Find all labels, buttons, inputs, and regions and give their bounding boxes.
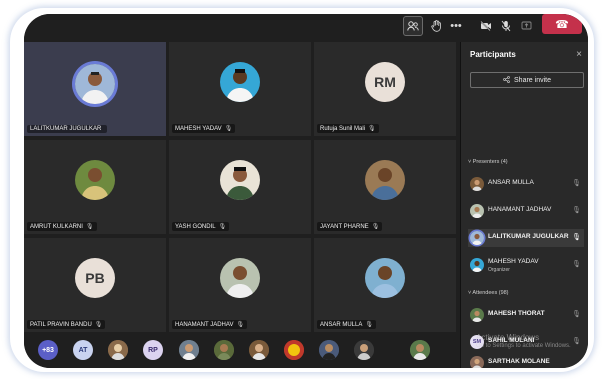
- tile-name: MAHESH YADAV 🎙: [172, 124, 236, 133]
- mic-off-icon: 🎙: [572, 207, 581, 214]
- mic-off-icon: 🎙: [572, 311, 581, 318]
- mic-off-icon[interactable]: [496, 16, 516, 36]
- video-tile[interactable]: LALITKUMAR JUGULKAR: [24, 42, 166, 136]
- meeting-window: ••• ☎ LALITKUMAR JUGULKAR MAHESH YADAV🎙: [24, 14, 588, 368]
- close-icon[interactable]: ×: [576, 49, 582, 60]
- strip-avatar[interactable]: [108, 340, 128, 360]
- participant-strip: +83 AT RP: [24, 336, 456, 368]
- video-tile[interactable]: YASH GONDIL 🎙: [169, 140, 311, 234]
- video-tile[interactable]: RM Rutuja Sunil Mali 🎙: [314, 42, 456, 136]
- video-tile[interactable]: JAYANT PHARNE 🎙: [314, 140, 456, 234]
- participant-row[interactable]: MAHESH THORAT 🎙: [468, 306, 584, 324]
- participants-panel: Participants × Share invite ˅ Presenters…: [460, 42, 588, 368]
- attendees-header[interactable]: ˅ Attendees (98): [468, 290, 509, 296]
- strip-avatar[interactable]: [214, 340, 234, 360]
- strip-avatar[interactable]: [354, 340, 374, 360]
- participant-row[interactable]: SARTHAK MOLANE: [468, 354, 584, 368]
- strip-avatar[interactable]: [179, 340, 199, 360]
- avatar: [470, 308, 484, 322]
- avatar: [365, 160, 405, 200]
- video-tile[interactable]: MAHESH YADAV 🎙: [169, 42, 311, 136]
- more-icon[interactable]: •••: [446, 16, 466, 36]
- video-grid: LALITKUMAR JUGULKAR MAHESH YADAV 🎙 RM Rut…: [24, 42, 456, 334]
- mic-off-icon: 🎙: [572, 180, 581, 187]
- video-tile[interactable]: ANSAR MULLA 🎙: [314, 238, 456, 332]
- more-participants-badge[interactable]: +83: [38, 340, 58, 360]
- participant-row[interactable]: HANAMANT JADHAV 🎙: [468, 202, 584, 220]
- tile-name: HANAMANT JADHAV 🎙: [172, 320, 248, 329]
- avatar: RM: [365, 62, 405, 102]
- tile-name: JAYANT PHARNE 🎙: [317, 222, 383, 231]
- strip-avatar[interactable]: [319, 340, 339, 360]
- tile-name: ANSAR MULLA 🎙: [317, 320, 376, 329]
- share-icon: [503, 75, 510, 85]
- panel-title: Participants: [470, 50, 516, 59]
- participant-row[interactable]: MAHESH YADAV Organizer 🎙: [468, 256, 584, 274]
- share-tray-icon[interactable]: [516, 16, 536, 36]
- avatar: [470, 231, 484, 245]
- meeting-toolbar: ••• ☎: [24, 14, 588, 40]
- strip-avatar[interactable]: RP: [143, 340, 163, 360]
- video-tile[interactable]: HANAMANT JADHAV 🎙: [169, 238, 311, 332]
- participant-row[interactable]: LALITKUMAR JUGULKAR 🎙: [468, 229, 584, 247]
- tile-name: LALITKUMAR JUGULKAR: [27, 125, 108, 133]
- presenters-header[interactable]: ˅ Presenters (4): [468, 159, 508, 165]
- activation-watermark: Activate Windows Go to Settings to activ…: [476, 333, 571, 350]
- tile-name: PATIL PRAVIN BANDU 🎙: [27, 320, 106, 329]
- video-tile[interactable]: PB PATIL PRAVIN BANDU 🎙: [24, 238, 166, 332]
- tile-name: AMRUT KULKARNI 🎙: [27, 222, 97, 231]
- tile-name: Rutuja Sunil Mali 🎙: [317, 124, 379, 133]
- strip-avatar[interactable]: [410, 340, 430, 360]
- people-icon[interactable]: [403, 16, 423, 36]
- avatar: PB: [75, 258, 115, 298]
- tile-name: YASH GONDIL 🎙: [172, 222, 230, 231]
- avatar: [220, 160, 260, 200]
- hand-icon[interactable]: [426, 16, 446, 36]
- avatar: [75, 64, 115, 104]
- mic-icon: 🎙: [572, 234, 581, 241]
- participant-row[interactable]: ANSAR MULLA 🎙: [468, 175, 584, 193]
- camera-off-icon[interactable]: [476, 16, 496, 36]
- avatar: [470, 258, 484, 272]
- avatar: [220, 62, 260, 102]
- avatar: [470, 356, 484, 368]
- strip-avatar[interactable]: [249, 340, 269, 360]
- avatar: [470, 177, 484, 191]
- avatar: [470, 204, 484, 218]
- mic-off-icon: 🎙: [572, 261, 581, 268]
- video-tile[interactable]: AMRUT KULKARNI 🎙: [24, 140, 166, 234]
- share-invite-button[interactable]: Share invite: [470, 72, 584, 88]
- mic-off-icon: 🎙: [572, 338, 581, 345]
- phone-hangup-icon[interactable]: ☎: [542, 14, 582, 34]
- strip-avatar[interactable]: [284, 340, 304, 360]
- strip-avatar[interactable]: AT: [73, 340, 93, 360]
- avatar: [365, 258, 405, 298]
- avatar: [75, 160, 115, 200]
- avatar: [220, 258, 260, 298]
